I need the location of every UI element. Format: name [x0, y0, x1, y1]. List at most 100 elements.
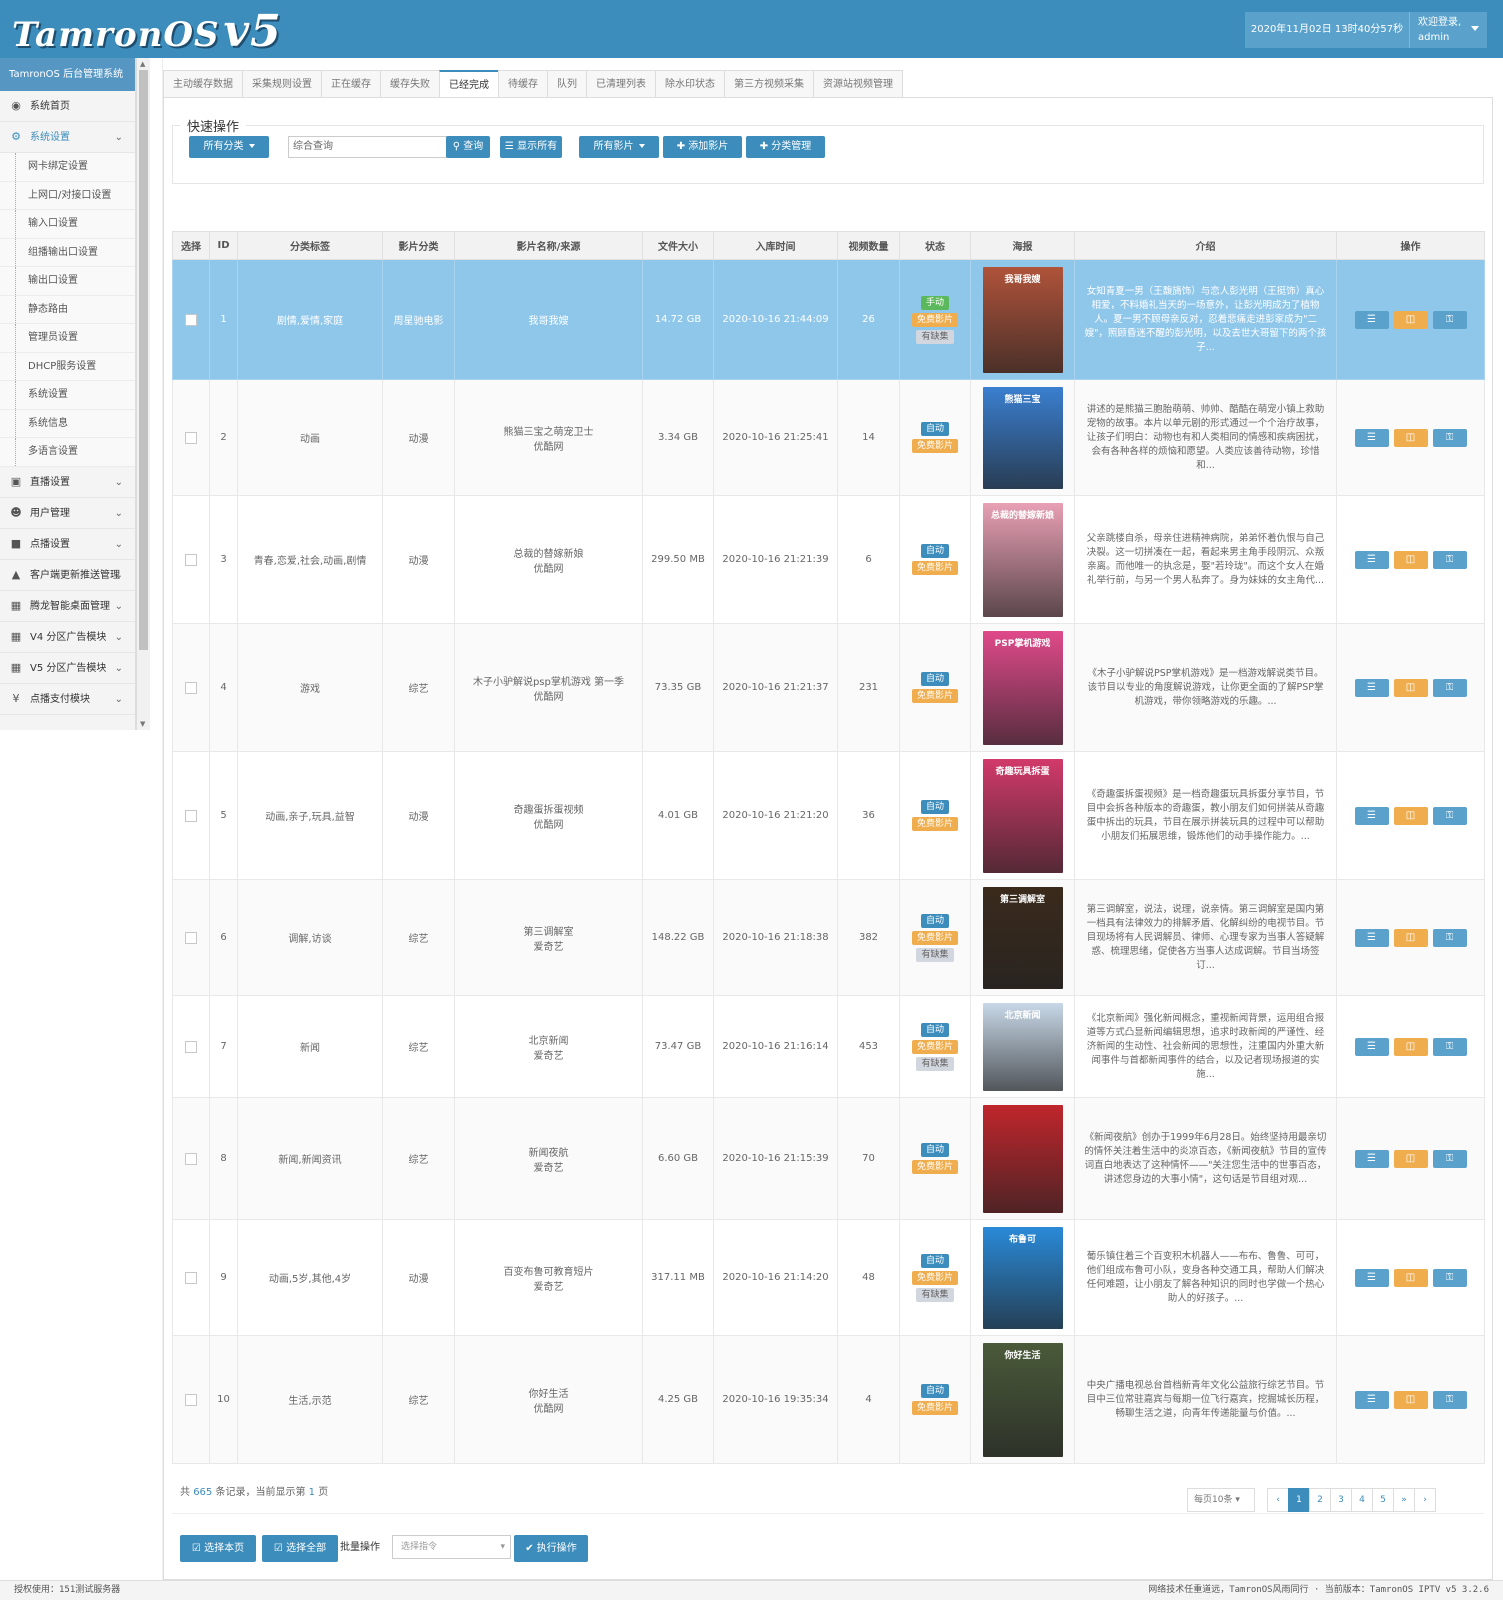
list-button[interactable]: ☰ [1354, 1390, 1389, 1409]
poster-image[interactable]: PSP掌机游戏 [982, 630, 1063, 745]
scroll-down-icon[interactable]: ▼ [140, 720, 145, 728]
delete-button[interactable]: ◫ [1393, 928, 1428, 947]
row-checkbox[interactable] [185, 809, 197, 822]
poster-image[interactable]: 总裁的替嫁新娘 [982, 502, 1063, 617]
list-button[interactable]: ☰ [1354, 928, 1389, 947]
tab-item[interactable]: 第三方视频采集 [724, 70, 814, 97]
query-button[interactable]: ⚲ 查询 [446, 136, 490, 158]
tab-item[interactable]: 已经完成 [439, 70, 499, 98]
tab-item[interactable]: 正在缓存 [321, 70, 381, 97]
category-dropdown[interactable]: 所有分类 [189, 136, 269, 158]
scroll-up-icon[interactable]: ▲ [140, 60, 145, 68]
sidebar-subitem[interactable]: DHCP服务设置 [0, 352, 135, 381]
all-movies-dropdown[interactable]: 所有影片 [579, 136, 659, 158]
table-row[interactable]: 4 游戏 综艺 木子小驴解说psp掌机游戏 第一季 优酷网 73.35 GB 2020-10… [172, 623, 1485, 752]
row-checkbox[interactable] [185, 1271, 197, 1284]
tab-item[interactable]: 缓存失败 [380, 70, 440, 97]
table-row[interactable]: 10 生活,示范 综艺 你好生活 优酷网 4.25 GB 2020-10-16 19:35:… [172, 1335, 1485, 1464]
scrollbar-thumb[interactable] [139, 70, 148, 650]
sidebar-subitem[interactable]: 多语言设置 [0, 438, 135, 467]
movie-name[interactable]: 木子小驴解说psp掌机游戏 第一季 [457, 673, 640, 688]
list-button[interactable]: ☰ [1354, 1149, 1389, 1168]
row-checkbox[interactable] [185, 553, 197, 566]
add-movie-button[interactable]: ✚ 添加影片 [663, 136, 742, 158]
page-link[interactable]: » [1393, 1488, 1415, 1512]
sidebar-subitem[interactable]: 组播输出口设置 [0, 238, 135, 267]
table-row[interactable]: 6 调解,访谈 综艺 第三调解室 爱奇艺 148.22 GB 2020-10-16 21:1… [172, 879, 1485, 996]
page-link[interactable]: 1 [1288, 1488, 1310, 1512]
sidebar-item-menu[interactable]: ▣ 直播设置 ⌄ [0, 467, 135, 498]
tab-item[interactable]: 待缓存 [498, 70, 548, 97]
delete-button[interactable]: ◫ [1393, 1149, 1428, 1168]
poster-image[interactable]: 我哥我嫂 [982, 266, 1063, 373]
movie-name[interactable]: 我哥我嫂 [457, 312, 640, 327]
list-button[interactable]: ☰ [1354, 310, 1389, 329]
delete-button[interactable]: ◫ [1393, 806, 1428, 825]
table-row[interactable]: 5 动画,亲子,玩具,益智 动漫 奇趣蛋拆蛋视频 优酷网 4.01 GB 2020-10-1… [172, 751, 1485, 880]
sidebar-item-menu[interactable]: ■ 点播设置 ⌄ [0, 529, 135, 560]
row-checkbox[interactable] [185, 1040, 197, 1053]
movie-name[interactable]: 奇趣蛋拆蛋视频 [457, 801, 640, 816]
poster-image[interactable]: 布鲁可 [982, 1226, 1063, 1329]
movie-name[interactable]: 百变布鲁可教育短片 [457, 1263, 640, 1278]
page-link[interactable]: ‹ [1267, 1488, 1289, 1512]
unlock-button[interactable]: ⚿ [1432, 428, 1467, 447]
page-link[interactable]: 4 [1351, 1488, 1373, 1512]
sidebar-subitem[interactable]: 管理员设置 [0, 324, 135, 353]
table-row[interactable]: 7 新闻 综艺 北京新闻 爱奇艺 73.47 GB 2020-10-16 21:16:14 4… [172, 995, 1485, 1098]
list-button[interactable]: ☰ [1354, 1268, 1389, 1287]
table-row[interactable]: 3 青春,恋爱,社会,动画,剧情 动漫 总裁的替嫁新娘 优酷网 299.50 MB 2020… [172, 495, 1485, 624]
poster-image[interactable] [982, 1104, 1063, 1213]
delete-button[interactable]: ◫ [1393, 1268, 1428, 1287]
unlock-button[interactable]: ⚿ [1432, 310, 1467, 329]
search-input[interactable]: 综合查询 [288, 136, 447, 158]
list-button[interactable]: ☰ [1354, 428, 1389, 447]
execute-button[interactable]: ✔ 执行操作 [514, 1535, 588, 1562]
unlock-button[interactable]: ⚿ [1432, 806, 1467, 825]
poster-image[interactable]: 奇趣玩具拆蛋 [982, 758, 1063, 873]
tab-item[interactable]: 队列 [547, 70, 587, 97]
table-row[interactable]: 8 新闻,新闻资讯 综艺 新闻夜航 爱奇艺 6.60 GB 2020-10-16 21:15… [172, 1097, 1485, 1220]
list-button[interactable]: ☰ [1354, 1037, 1389, 1056]
poster-image[interactable]: 你好生活 [982, 1342, 1063, 1457]
list-button[interactable]: ☰ [1354, 678, 1389, 697]
table-row[interactable]: 9 动画,5岁,其他,4岁 动漫 百变布鲁可教育短片 爱奇艺 317.11 MB 2020-… [172, 1219, 1485, 1336]
poster-image[interactable]: 第三调解室 [982, 886, 1063, 989]
batch-command-select[interactable]: 选择指令 ▾ [392, 1535, 511, 1559]
unlock-button[interactable]: ⚿ [1432, 550, 1467, 569]
delete-button[interactable]: ◫ [1393, 1390, 1428, 1409]
select-all-button[interactable]: ☑ 选择全部 [262, 1535, 338, 1562]
unlock-button[interactable]: ⚿ [1432, 1390, 1467, 1409]
row-checkbox[interactable] [185, 431, 197, 444]
user-menu[interactable]: 欢迎登录, admin [1409, 12, 1487, 48]
delete-button[interactable]: ◫ [1393, 428, 1428, 447]
sidebar-item-home[interactable]: ◉ 系统首页 [0, 91, 135, 122]
sidebar-subitem[interactable]: 输入口设置 [0, 210, 135, 239]
table-row[interactable]: 1 剧情,爱情,家庭 周星驰电影 我哥我嫂 14.72 GB 2020-10-16 21:… [172, 259, 1485, 380]
poster-image[interactable]: 熊猫三宝 [982, 386, 1063, 489]
list-button[interactable]: ☰ [1354, 550, 1389, 569]
unlock-button[interactable]: ⚿ [1432, 1268, 1467, 1287]
sidebar-subitem[interactable]: 系统设置 [0, 381, 135, 410]
delete-button[interactable]: ◫ [1393, 310, 1428, 329]
unlock-button[interactable]: ⚿ [1432, 928, 1467, 947]
sidebar-subitem[interactable]: 输出口设置 [0, 267, 135, 296]
page-link[interactable]: 2 [1309, 1488, 1331, 1512]
poster-image[interactable]: 北京新闻 [982, 1002, 1063, 1091]
page-link[interactable]: 5 [1372, 1488, 1394, 1512]
sidebar-item-system-settings[interactable]: ⚙ 系统设置 ⌄ [0, 122, 135, 153]
sidebar-item-menu[interactable]: ▦ 腾龙智能桌面管理 ⌄ [0, 591, 135, 622]
sidebar-subitem[interactable]: 系统信息 [0, 409, 135, 438]
category-manage-button[interactable]: ✚ 分类管理 [746, 136, 825, 158]
row-checkbox[interactable] [185, 931, 197, 944]
sidebar-item-menu[interactable]: ▦ V5 分区广告模块 ⌄ [0, 653, 135, 684]
row-checkbox[interactable] [185, 681, 197, 694]
movie-name[interactable]: 总裁的替嫁新娘 [457, 545, 640, 560]
select-page-button[interactable]: ☑ 选择本页 [180, 1535, 256, 1562]
sidebar-item-menu[interactable]: ▲ 客户端更新推送管理 ⌄ [0, 560, 135, 591]
row-checkbox[interactable] [185, 1393, 197, 1406]
sidebar-subitem[interactable]: 静态路由 [0, 295, 135, 324]
row-checkbox[interactable] [185, 1152, 197, 1165]
movie-name[interactable]: 北京新闻 [457, 1032, 640, 1047]
delete-button[interactable]: ◫ [1393, 1037, 1428, 1056]
